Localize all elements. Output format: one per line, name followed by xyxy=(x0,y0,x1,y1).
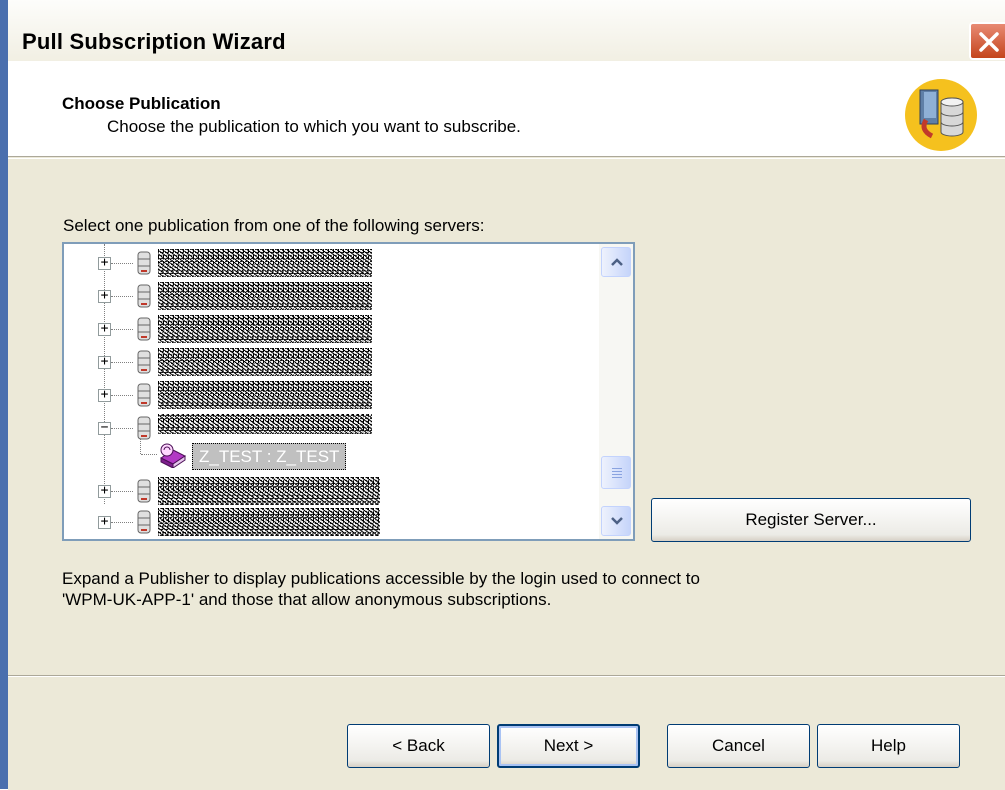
redacted-server-name xyxy=(158,315,372,343)
tree-connector xyxy=(141,454,157,455)
database-server-icon xyxy=(137,350,151,374)
expand-toggle[interactable]: + xyxy=(98,354,111,369)
database-server-icon xyxy=(137,416,151,440)
expand-toggle[interactable]: + xyxy=(98,321,111,336)
description-line-1: Expand a Publisher to display publicatio… xyxy=(62,569,700,588)
page-subtitle: Choose the publication to which you want… xyxy=(107,117,521,136)
window-title: Pull Subscription Wizard xyxy=(22,29,286,54)
tree-connector xyxy=(104,244,105,504)
vertical-scrollbar[interactable] xyxy=(599,244,633,539)
database-server-icon xyxy=(137,510,151,534)
redacted-server-name xyxy=(158,477,380,505)
scroll-down-button[interactable] xyxy=(601,506,631,536)
grip-line xyxy=(612,474,622,475)
database-server-icon xyxy=(137,479,151,503)
chevron-down-icon xyxy=(611,517,623,525)
close-button[interactable] xyxy=(969,22,1005,60)
tree-connector xyxy=(111,263,133,264)
tree-connector xyxy=(111,428,133,429)
expand-toggle[interactable]: + xyxy=(98,288,111,303)
grip-line xyxy=(612,477,622,478)
publication-book-icon xyxy=(160,443,186,468)
scroll-up-button[interactable] xyxy=(601,247,631,277)
tree-connector xyxy=(111,522,133,523)
tree-connector xyxy=(111,362,133,363)
grip-line xyxy=(612,471,622,472)
collapse-toggle[interactable]: − xyxy=(98,420,111,435)
tree-connector xyxy=(111,395,133,396)
help-button[interactable]: Help xyxy=(817,724,960,768)
back-button[interactable]: < Back xyxy=(347,724,490,768)
expand-toggle[interactable]: + xyxy=(98,387,111,402)
next-button[interactable]: Next > xyxy=(497,724,640,768)
redacted-server-name xyxy=(158,249,372,277)
publication-item[interactable]: Z_TEST : Z_TEST xyxy=(192,443,347,470)
tree-connector xyxy=(111,329,133,330)
database-server-icon xyxy=(137,317,151,341)
cancel-button[interactable]: Cancel xyxy=(667,724,810,768)
expand-toggle[interactable]: + xyxy=(98,483,111,498)
description-line-2: 'WPM-UK-APP-1' and those that allow anon… xyxy=(62,590,552,609)
page-title: Choose Publication xyxy=(62,94,221,113)
redacted-server-name xyxy=(158,414,372,434)
chevron-up-icon xyxy=(611,258,623,266)
window-border xyxy=(0,0,8,789)
description-text: Expand a Publisher to display publicatio… xyxy=(62,568,700,610)
redacted-server-name xyxy=(158,348,372,376)
tree-connector xyxy=(111,491,133,492)
publication-tree[interactable]: + + + + + − Z_TEST: Z_TEST + + xyxy=(62,242,635,541)
expand-toggle[interactable]: + xyxy=(98,514,111,529)
redacted-server-name xyxy=(158,381,372,409)
select-publication-label: Select one publication from one of the f… xyxy=(63,216,485,235)
footer-separator xyxy=(8,675,1005,677)
redacted-server-name xyxy=(158,282,372,310)
redacted-server-name xyxy=(158,508,380,536)
tree-rows: + + + + + − Z_TEST: Z_TEST + + xyxy=(64,244,599,539)
scroll-thumb[interactable] xyxy=(601,456,631,489)
close-icon xyxy=(979,32,999,52)
database-server-icon xyxy=(137,251,151,275)
expand-toggle[interactable]: + xyxy=(98,255,111,270)
database-server-icon xyxy=(137,284,151,308)
register-server-button[interactable]: Register Server... xyxy=(651,498,971,542)
tree-connector xyxy=(111,296,133,297)
database-server-icon xyxy=(137,383,151,407)
grip-line xyxy=(612,468,622,469)
publication-database-icon xyxy=(904,78,978,152)
